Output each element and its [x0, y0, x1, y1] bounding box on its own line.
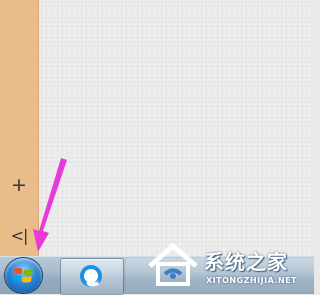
- side-panel: + <|: [0, 0, 39, 256]
- house-logo-icon: [148, 243, 198, 286]
- app-icon: [80, 265, 102, 287]
- add-button[interactable]: +: [0, 172, 38, 198]
- desktop-background: [0, 0, 314, 256]
- taskbar-app-button[interactable]: [60, 258, 124, 295]
- collapse-button[interactable]: <|: [0, 222, 38, 248]
- start-button[interactable]: [5, 258, 42, 293]
- windows-logo-icon: [13, 268, 33, 283]
- watermark-url: XITONGZHIJIA.NET: [206, 276, 298, 285]
- watermark: 系统之家 XITONGZHIJIA.NET: [146, 240, 314, 293]
- watermark-title: 系统之家: [204, 250, 288, 274]
